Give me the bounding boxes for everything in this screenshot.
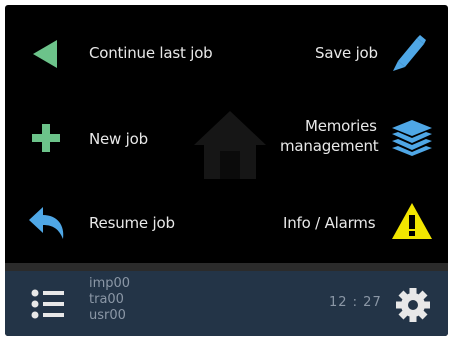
info-alarms-label: Info / Alarms: [283, 214, 376, 232]
gear-icon[interactable]: [395, 287, 431, 323]
layers-stack-icon: [392, 120, 432, 156]
warning-triangle-icon: [392, 203, 432, 239]
new-job-label: New job: [89, 130, 148, 148]
clock: 12 : 27: [329, 295, 382, 310]
list-icon[interactable]: [31, 289, 65, 319]
memories-label-line1: Memories: [305, 117, 377, 135]
user-list: imp00 tra00 usr00: [89, 275, 130, 323]
main-menu: Continue last job New job Resume job Sav…: [5, 5, 448, 265]
continue-last-job-label: Continue last job: [89, 44, 213, 62]
save-job-button[interactable]: Save job: [245, 31, 448, 75]
user-entry: imp00: [89, 276, 131, 291]
plus-icon: [32, 124, 60, 152]
resume-job-button[interactable]: Resume job: [5, 201, 225, 243]
memories-label-line2: management: [280, 137, 379, 155]
touch-screen: Continue last job New job Resume job Sav…: [5, 5, 448, 336]
info-alarms-button[interactable]: Info / Alarms: [245, 199, 448, 245]
user-entry: usr00: [89, 308, 126, 323]
pencil-icon: [393, 35, 426, 71]
new-job-button[interactable]: New job: [5, 117, 225, 159]
bottom-bar-separator: [5, 263, 448, 271]
save-job-label: Save job: [315, 44, 378, 62]
resume-job-label: Resume job: [89, 214, 175, 232]
memories-management-button[interactable]: Memories management: [245, 113, 448, 163]
continue-last-job-button[interactable]: Continue last job: [5, 33, 225, 73]
back-arrow-icon: [29, 207, 64, 239]
play-left-triangle-icon: [33, 40, 57, 68]
user-entry: tra00: [89, 292, 124, 307]
